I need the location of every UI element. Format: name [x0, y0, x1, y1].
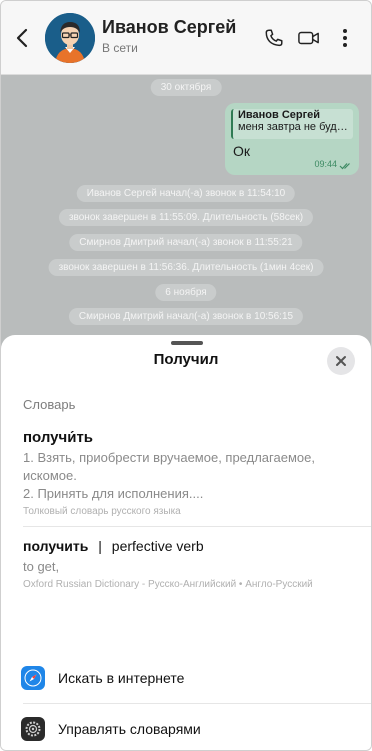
call-button[interactable] [261, 25, 287, 51]
message-time: 09:44 [314, 159, 337, 169]
headword: получить [23, 538, 89, 554]
screen: Иванов Сергей В сети 30 октября Иванов С… [0, 0, 372, 751]
video-call-button[interactable] [296, 25, 322, 51]
divider [23, 703, 371, 704]
section-label: Словарь [23, 397, 76, 412]
call-event: Смирнов Дмитрий начал(-а) звонок в 11:55… [69, 234, 303, 251]
read-checkmarks-icon [339, 163, 350, 170]
reply-author: Иванов Сергей [238, 109, 321, 121]
call-event: звонок завершен в 11:56:36. Длительность… [48, 259, 324, 276]
dictionary-entry-en[interactable]: получить | perfective verb to get, Oxfor… [23, 538, 353, 593]
quoted-reply[interactable]: Иванов Сергей меня завтра не будет... [231, 109, 353, 139]
settings-gear-icon [21, 717, 45, 741]
back-button[interactable] [11, 25, 33, 51]
chat-header: Иванов Сергей В сети [1, 1, 371, 75]
dictionary-source: Oxford Russian Dictionary - Русско-Англи… [23, 579, 313, 590]
headword-line: получить | perfective verb [23, 538, 353, 554]
manage-dictionaries-action[interactable]: Управлять словарями [1, 709, 371, 749]
chevron-left-icon [16, 28, 28, 48]
more-vertical-icon [343, 29, 347, 47]
chat-area: 30 октября Иванов Сергей меня завтра не … [1, 75, 371, 375]
avatar[interactable] [45, 13, 95, 63]
phone-icon [265, 29, 283, 47]
definition-line: искомое. [23, 468, 77, 483]
manage-dictionaries-label: Управлять словарями [58, 721, 201, 737]
message-bubble[interactable]: Иванов Сергей меня завтра не будет... Ок… [225, 103, 359, 175]
definition: to get, [23, 559, 60, 574]
call-event: Смирнов Дмитрий начал(-а) звонок в 10:56… [68, 308, 304, 325]
sheet-title: Получил [153, 351, 219, 368]
definition: 1. Взять, приобрести вручаемое, предлага… [23, 449, 353, 503]
dictionary-source: Толковый словарь русского языка [23, 506, 181, 517]
sheet-grabber[interactable] [171, 341, 203, 345]
date-separator: 30 октября [150, 79, 222, 96]
dictionary-entry-ru[interactable]: получи́ть 1. Взять, приобрести вручаемое… [23, 429, 353, 517]
message-text: Ок [233, 143, 251, 159]
safari-compass-icon [21, 666, 45, 690]
dictionary-sheet: Получил Словарь получи́ть 1. Взять, прио… [1, 335, 371, 750]
separator: | [98, 538, 102, 554]
more-button[interactable] [332, 25, 358, 51]
divider [23, 526, 371, 527]
reply-text: меня завтра не будет... [238, 121, 353, 133]
video-icon [298, 31, 319, 45]
search-web-action[interactable]: Искать в интернете [1, 658, 371, 698]
contact-name[interactable]: Иванов Сергей [102, 17, 236, 38]
avatar-illustration [45, 13, 95, 63]
call-event: звонок завершен в 11:55:09. Длительность… [58, 209, 314, 226]
definition-line: 1. Взять, приобрести вручаемое, предлага… [23, 450, 315, 465]
search-web-label: Искать в интернете [58, 670, 185, 686]
contact-status: В сети [102, 41, 138, 55]
close-icon [336, 356, 346, 366]
headword: получи́ть [23, 429, 94, 446]
date-separator: 6 ноября [155, 284, 217, 301]
part-of-speech: perfective verb [111, 538, 204, 554]
call-event: Иванов Сергей начал(-а) звонок в 11:54:1… [76, 185, 296, 202]
close-button[interactable] [327, 347, 355, 375]
definition-line: 2. Принять для исполнения.... [23, 486, 204, 501]
